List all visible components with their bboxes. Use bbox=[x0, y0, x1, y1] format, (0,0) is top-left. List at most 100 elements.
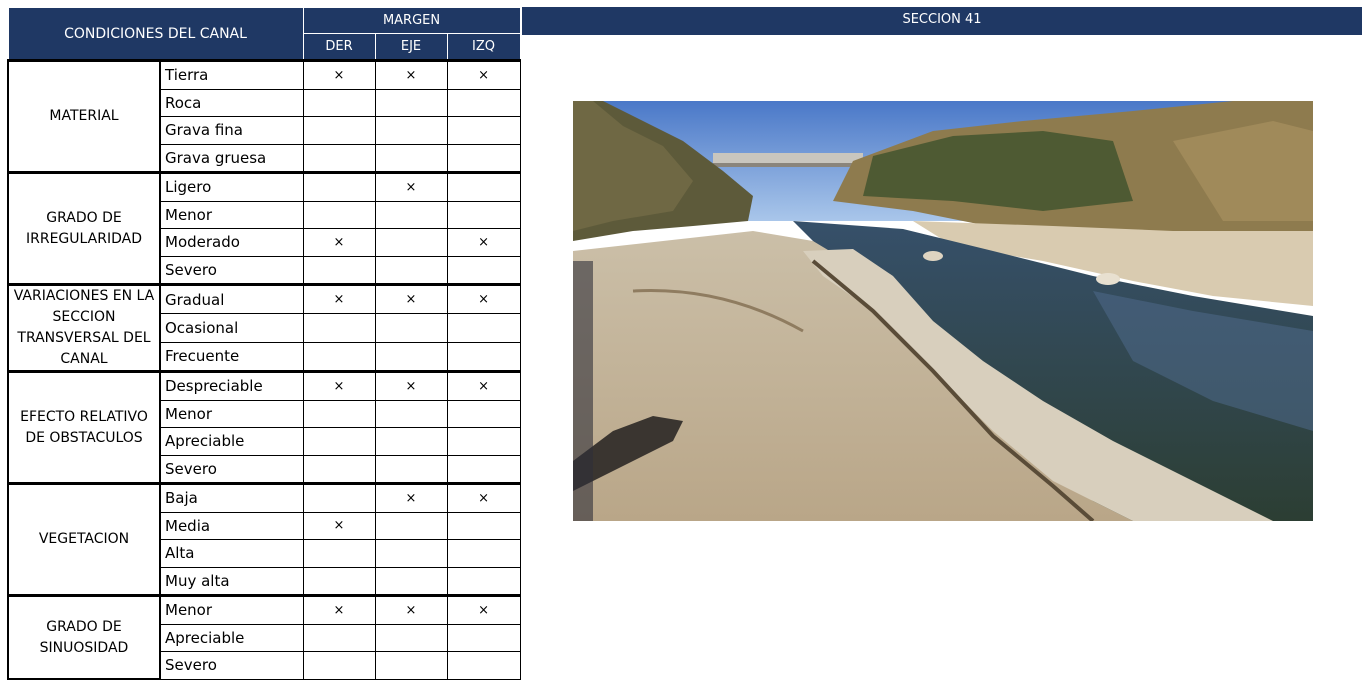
mark-der bbox=[302, 651, 376, 680]
mark-der bbox=[302, 171, 376, 202]
mark-eje bbox=[374, 399, 448, 428]
mark-izq bbox=[446, 454, 521, 484]
mark-izq bbox=[446, 651, 521, 680]
mark-der bbox=[302, 200, 376, 229]
river-photo-illustration bbox=[573, 101, 1313, 521]
sub-condition-label: Muy alta bbox=[159, 566, 304, 596]
mark-eje: × bbox=[374, 282, 448, 315]
eje-header: EJE bbox=[374, 33, 448, 61]
sub-condition-label: Severo bbox=[159, 454, 304, 484]
mark-izq bbox=[446, 341, 521, 373]
mark-eje bbox=[374, 200, 448, 229]
sub-condition-label: Menor bbox=[159, 200, 304, 229]
sub-condition-label: Frecuente bbox=[159, 341, 304, 373]
mark-izq bbox=[446, 427, 521, 456]
der-header: DER bbox=[302, 33, 376, 61]
mark-izq bbox=[446, 200, 521, 229]
mark-der bbox=[302, 313, 376, 343]
mark-izq bbox=[446, 116, 521, 145]
mark-izq bbox=[446, 511, 521, 540]
mark-der bbox=[302, 88, 376, 117]
sub-condition-label: Media bbox=[159, 511, 304, 540]
river-channel-photo bbox=[573, 101, 1313, 521]
condition-row: VEGETACION Baja × × bbox=[7, 482, 521, 597]
mark-der bbox=[302, 539, 376, 568]
mark-eje bbox=[374, 511, 448, 540]
sub-condition-label: Menor bbox=[159, 399, 304, 428]
sub-condition-label: Tierra bbox=[159, 59, 304, 90]
mark-der bbox=[302, 116, 376, 145]
sub-condition-label: Roca bbox=[159, 88, 304, 117]
sub-condition-label: Apreciable bbox=[159, 427, 304, 456]
channel-conditions-table: CONDICIONES DEL CANAL MARGEN DER EJE IZQ… bbox=[7, 7, 521, 680]
mark-eje bbox=[374, 623, 448, 652]
mark-eje: × bbox=[374, 171, 448, 202]
group-label: VEGETACION bbox=[7, 482, 161, 597]
mark-der bbox=[302, 623, 376, 652]
mark-der: × bbox=[302, 282, 376, 315]
mark-eje bbox=[374, 88, 448, 117]
condition-row: GRADO DE IRREGULARIDAD Ligero × bbox=[7, 171, 521, 286]
izq-header: IZQ bbox=[446, 33, 521, 61]
section-header: SECCION 41 bbox=[522, 7, 1362, 35]
sub-condition-label: Severo bbox=[159, 651, 304, 680]
sub-condition-label: Menor bbox=[159, 594, 304, 625]
mark-eje: × bbox=[374, 594, 448, 625]
mark-eje bbox=[374, 539, 448, 568]
conditions-header: CONDICIONES DEL CANAL bbox=[7, 7, 304, 61]
mark-der bbox=[302, 454, 376, 484]
sub-condition-label: Alta bbox=[159, 539, 304, 568]
mark-izq bbox=[446, 88, 521, 117]
mark-izq bbox=[446, 171, 521, 202]
condition-row: GRADO DE SINUOSIDAD Menor × × × bbox=[7, 594, 521, 680]
mark-eje: × bbox=[374, 370, 448, 401]
mark-izq: × bbox=[446, 594, 521, 625]
sub-condition-label: Apreciable bbox=[159, 623, 304, 652]
mark-der bbox=[302, 399, 376, 428]
mark-eje bbox=[374, 228, 448, 257]
group-label: VARIACIONES EN LA SECCION TRANSVERSAL DE… bbox=[7, 283, 161, 373]
sub-condition-label: Moderado bbox=[159, 228, 304, 257]
group-label: MATERIAL bbox=[7, 59, 161, 174]
sub-condition-label: Gradual bbox=[159, 282, 304, 315]
mark-izq bbox=[446, 566, 521, 596]
mark-der: × bbox=[302, 228, 376, 257]
mark-der bbox=[302, 341, 376, 373]
mark-izq bbox=[446, 539, 521, 568]
condition-row: MATERIAL Tierra × × × bbox=[7, 59, 521, 174]
sub-condition-label: Ocasional bbox=[159, 313, 304, 343]
sub-condition-label: Ligero bbox=[159, 171, 304, 202]
mark-eje: × bbox=[374, 482, 448, 513]
sub-condition-label: Grava gruesa bbox=[159, 143, 304, 173]
mark-izq bbox=[446, 143, 521, 173]
mark-eje bbox=[374, 454, 448, 484]
mark-izq: × bbox=[446, 228, 521, 257]
mark-izq bbox=[446, 623, 521, 652]
condition-row: EFECTO RELATIVO DE OBSTACULOS Despreciabl… bbox=[7, 370, 521, 485]
sub-condition-label: Despreciable bbox=[159, 370, 304, 401]
mark-der: × bbox=[302, 370, 376, 401]
mark-izq: × bbox=[446, 482, 521, 513]
sub-condition-label: Severo bbox=[159, 255, 304, 285]
mark-der bbox=[302, 482, 376, 513]
margen-header: MARGEN bbox=[302, 7, 521, 34]
mark-der: × bbox=[302, 594, 376, 625]
mark-izq bbox=[446, 255, 521, 285]
mark-der bbox=[302, 427, 376, 456]
mark-der: × bbox=[302, 511, 376, 540]
mark-der bbox=[302, 566, 376, 596]
mark-izq: × bbox=[446, 370, 521, 401]
mark-eje bbox=[374, 341, 448, 373]
mark-eje bbox=[374, 651, 448, 680]
mark-eje bbox=[374, 143, 448, 173]
sub-condition-label: Baja bbox=[159, 482, 304, 513]
mark-eje bbox=[374, 255, 448, 285]
group-label: GRADO DE SINUOSIDAD bbox=[7, 594, 161, 680]
mark-der bbox=[302, 255, 376, 285]
mark-eje bbox=[374, 116, 448, 145]
group-label: EFECTO RELATIVO DE OBSTACULOS bbox=[7, 370, 161, 485]
mark-izq: × bbox=[446, 282, 521, 315]
sub-condition-label: Grava fina bbox=[159, 116, 304, 145]
mark-eje: × bbox=[374, 59, 448, 90]
mark-izq bbox=[446, 313, 521, 343]
